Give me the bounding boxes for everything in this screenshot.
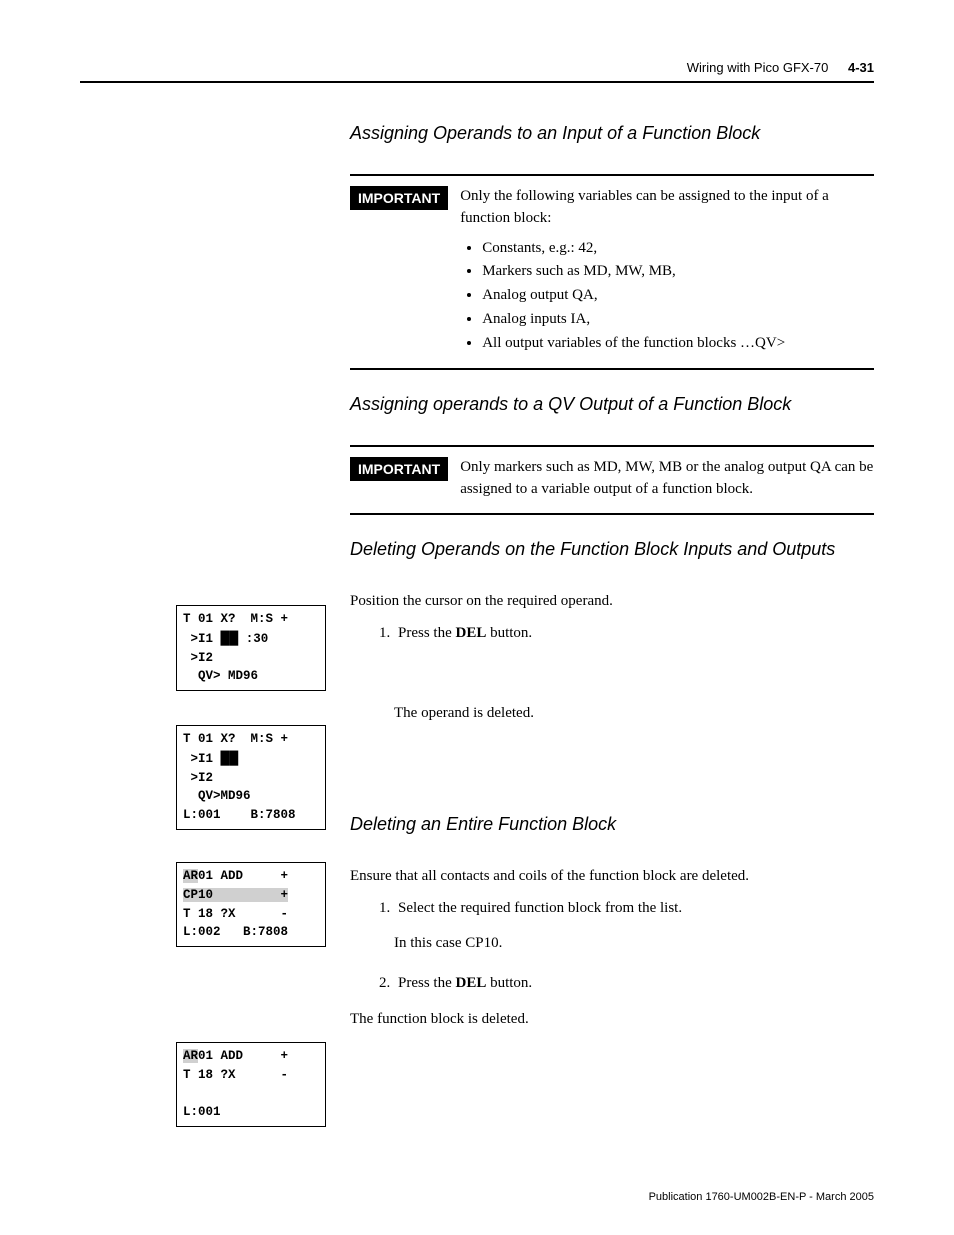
step: Press the DEL button. bbox=[394, 972, 874, 995]
delete-fb-intro: Ensure that all contacts and coils of th… bbox=[350, 865, 874, 888]
step-text: button. bbox=[486, 625, 532, 641]
del-key: DEL bbox=[456, 975, 487, 991]
bullet: All output variables of the function blo… bbox=[482, 333, 874, 355]
step-text: button. bbox=[486, 975, 532, 991]
delete-fb-note: In this case CP10. bbox=[394, 935, 874, 952]
lcd-row: L:002 B:7808 bbox=[183, 923, 319, 942]
publication-footer: Publication 1760-UM002B-EN-P - March 200… bbox=[649, 1191, 874, 1203]
heading-assign-input: Assigning Operands to an Input of a Func… bbox=[350, 123, 874, 144]
lcd-row: >I2 bbox=[183, 769, 319, 788]
delete-op-intro: Position the cursor on the required oper… bbox=[350, 590, 874, 613]
important-box-input: IMPORTANT Only the following variables c… bbox=[350, 174, 874, 370]
important-label: IMPORTANT bbox=[350, 186, 448, 210]
lcd-row: T 18 ?X - bbox=[183, 1066, 319, 1085]
step-text: Press the bbox=[398, 975, 456, 991]
lcd-row: QV>MD96 bbox=[183, 787, 319, 806]
page-number: 4-31 bbox=[848, 60, 874, 75]
bullet: Analog inputs IA, bbox=[482, 309, 874, 331]
lcd-row: T 01 X? M:S + bbox=[183, 610, 319, 629]
delete-fb-result: The function block is deleted. bbox=[350, 1008, 874, 1031]
lcd-screen-before-delete: T 01 X? M:S + >I1 ██ :30 >I2 QV> MD96 bbox=[176, 605, 326, 691]
highlight: AR bbox=[183, 869, 198, 883]
lcd-screen-fb-list: AR01 ADD + CP10 + T 18 ?X - L:002 B:7808 bbox=[176, 862, 326, 947]
cursor-block: ██ bbox=[221, 631, 239, 645]
highlight: CP10 + bbox=[183, 888, 288, 902]
important-body: Only markers such as MD, MW, MB or the a… bbox=[460, 457, 874, 501]
lcd-row: AR01 ADD + bbox=[183, 1047, 319, 1066]
delete-op-steps: Press the DEL button. bbox=[350, 622, 874, 645]
chapter-title: Wiring with Pico GFX-70 bbox=[687, 60, 829, 75]
lcd-row: L:001 B:7808 bbox=[183, 806, 319, 825]
section-assign-input: Assigning Operands to an Input of a Func… bbox=[350, 123, 874, 722]
delete-fb-steps-2: Press the DEL button. bbox=[350, 972, 874, 995]
important-intro: Only the following variables can be assi… bbox=[460, 188, 829, 226]
heading-assign-qv: Assigning operands to a QV Output of a F… bbox=[350, 394, 874, 415]
lcd-row: >I1 ██ bbox=[183, 749, 319, 769]
lcd-row: AR01 ADD + bbox=[183, 867, 319, 886]
highlight: AR bbox=[183, 1049, 198, 1063]
step: Select the required function block from … bbox=[394, 897, 874, 920]
important-bullets: Constants, e.g.: 42, Markers such as MD,… bbox=[460, 238, 874, 355]
lcd-row: CP10 + bbox=[183, 886, 319, 905]
bullet: Constants, e.g.: 42, bbox=[482, 238, 874, 260]
step-text: Press the bbox=[398, 625, 456, 641]
bullet: Markers such as MD, MW, MB, bbox=[482, 261, 874, 283]
lcd-row: T 18 ?X - bbox=[183, 905, 319, 924]
heading-delete-operands: Deleting Operands on the Function Block … bbox=[350, 539, 874, 560]
lcd-row: QV> MD96 bbox=[183, 667, 319, 686]
bullet: Analog output QA, bbox=[482, 285, 874, 307]
del-key: DEL bbox=[456, 625, 487, 641]
header-rule bbox=[80, 81, 874, 83]
lcd-row: >I1 ██ :30 bbox=[183, 629, 319, 649]
running-header: Wiring with Pico GFX-70 4-31 bbox=[80, 60, 874, 75]
lcd-row: L:001 bbox=[183, 1103, 319, 1122]
delete-op-result: The operand is deleted. bbox=[394, 705, 874, 722]
heading-delete-fb: Deleting an Entire Function Block bbox=[350, 814, 874, 835]
delete-fb-steps: Select the required function block from … bbox=[350, 897, 874, 920]
lcd-screen-after-delete: T 01 X? M:S + >I1 ██ >I2 QV>MD96 L:001 B… bbox=[176, 725, 326, 830]
important-label: IMPORTANT bbox=[350, 457, 448, 481]
cursor-block: ██ bbox=[221, 751, 239, 765]
step: Press the DEL button. bbox=[394, 622, 874, 645]
lcd-row bbox=[183, 1085, 319, 1104]
important-box-qv: IMPORTANT Only markers such as MD, MW, M… bbox=[350, 445, 874, 515]
section-delete-fb: Deleting an Entire Function Block Ensure… bbox=[350, 814, 874, 1031]
lcd-row: T 01 X? M:S + bbox=[183, 730, 319, 749]
important-body: Only the following variables can be assi… bbox=[460, 186, 874, 356]
lcd-screen-fb-deleted: AR01 ADD + T 18 ?X - L:001 bbox=[176, 1042, 326, 1127]
lcd-row: >I2 bbox=[183, 649, 319, 668]
page: Wiring with Pico GFX-70 4-31 Assigning O… bbox=[0, 0, 954, 1235]
